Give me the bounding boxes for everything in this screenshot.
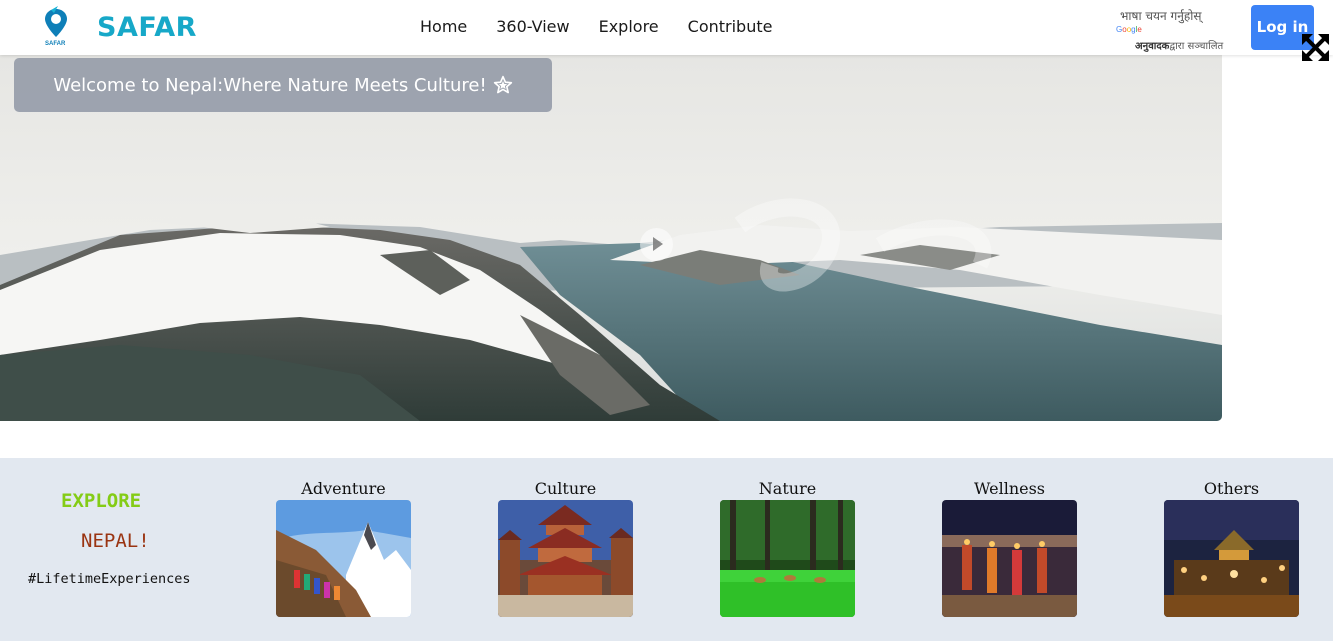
main-nav: Home 360-View Explore Contribute: [420, 17, 801, 36]
category-label: Others: [1203, 479, 1260, 498]
aarti-ceremony-image: [942, 500, 1077, 617]
wellness-image[interactable]: [942, 500, 1077, 617]
category-label: Wellness: [973, 479, 1046, 498]
map-pin-logo-icon: [45, 6, 67, 37]
play-icon[interactable]: [640, 228, 673, 261]
brand-name[interactable]: SAFAR: [97, 12, 197, 43]
explore-heading: EXPLORE: [61, 490, 142, 512]
category-others[interactable]: Others: [1164, 479, 1299, 617]
google-logo-text: Google: [1116, 25, 1142, 34]
star-icon: [493, 75, 512, 94]
deer-grassland-image: [720, 500, 855, 617]
others-image[interactable]: [1164, 500, 1299, 617]
pagoda-temple-image: [498, 500, 633, 617]
translator-word[interactable]: अनुवादक: [1135, 41, 1169, 52]
fullscreen-icon[interactable]: [1302, 34, 1329, 61]
category-wellness[interactable]: Wellness: [942, 479, 1077, 617]
category-label: Adventure: [301, 479, 386, 498]
powered-by-text: अनुवादकद्वारा सञ्चालित: [1135, 38, 1223, 52]
powered-by-suffix: द्वारा सञ्चालित: [1169, 41, 1224, 52]
nav-home[interactable]: Home: [420, 17, 467, 36]
category-label: Nature: [758, 479, 817, 498]
language-select[interactable]: भाषा चयन गर्नुहोस्: [1120, 7, 1201, 24]
nav-360-view[interactable]: 360-View: [496, 17, 569, 36]
trekkers-mountain-image: [276, 500, 411, 617]
culture-image[interactable]: [498, 500, 633, 617]
night-temple-image: [1164, 500, 1299, 617]
welcome-text: Welcome to Nepal:Where Nature Meets Cult…: [53, 74, 487, 96]
adventure-image[interactable]: [276, 500, 411, 617]
category-adventure[interactable]: Adventure: [276, 479, 411, 617]
category-label: Culture: [534, 479, 597, 498]
explore-hashtag: #LifetimeExperiences: [28, 571, 191, 587]
safar-logo[interactable]: SAFAR: [40, 6, 72, 50]
category-culture[interactable]: Culture: [498, 479, 633, 617]
welcome-banner: Welcome to Nepal:Where Nature Meets Cult…: [14, 58, 552, 112]
logo-caption: SAFAR: [45, 41, 66, 47]
navbar: SAFAR SAFAR Home 360-View Explore Contri…: [0, 0, 1333, 55]
nav-contribute[interactable]: Contribute: [688, 17, 773, 36]
nature-image[interactable]: [720, 500, 855, 617]
explore-section: EXPLORE NEPAL! #LifetimeExperiences Adve…: [0, 458, 1333, 641]
nav-explore[interactable]: Explore: [599, 17, 659, 36]
explore-subheading: NEPAL!: [81, 530, 150, 552]
google-translate-widget: भाषा चयन गर्नुहोस् Google अनुवादकद्वारा …: [1116, 7, 1244, 53]
category-nature[interactable]: Nature: [720, 479, 855, 617]
